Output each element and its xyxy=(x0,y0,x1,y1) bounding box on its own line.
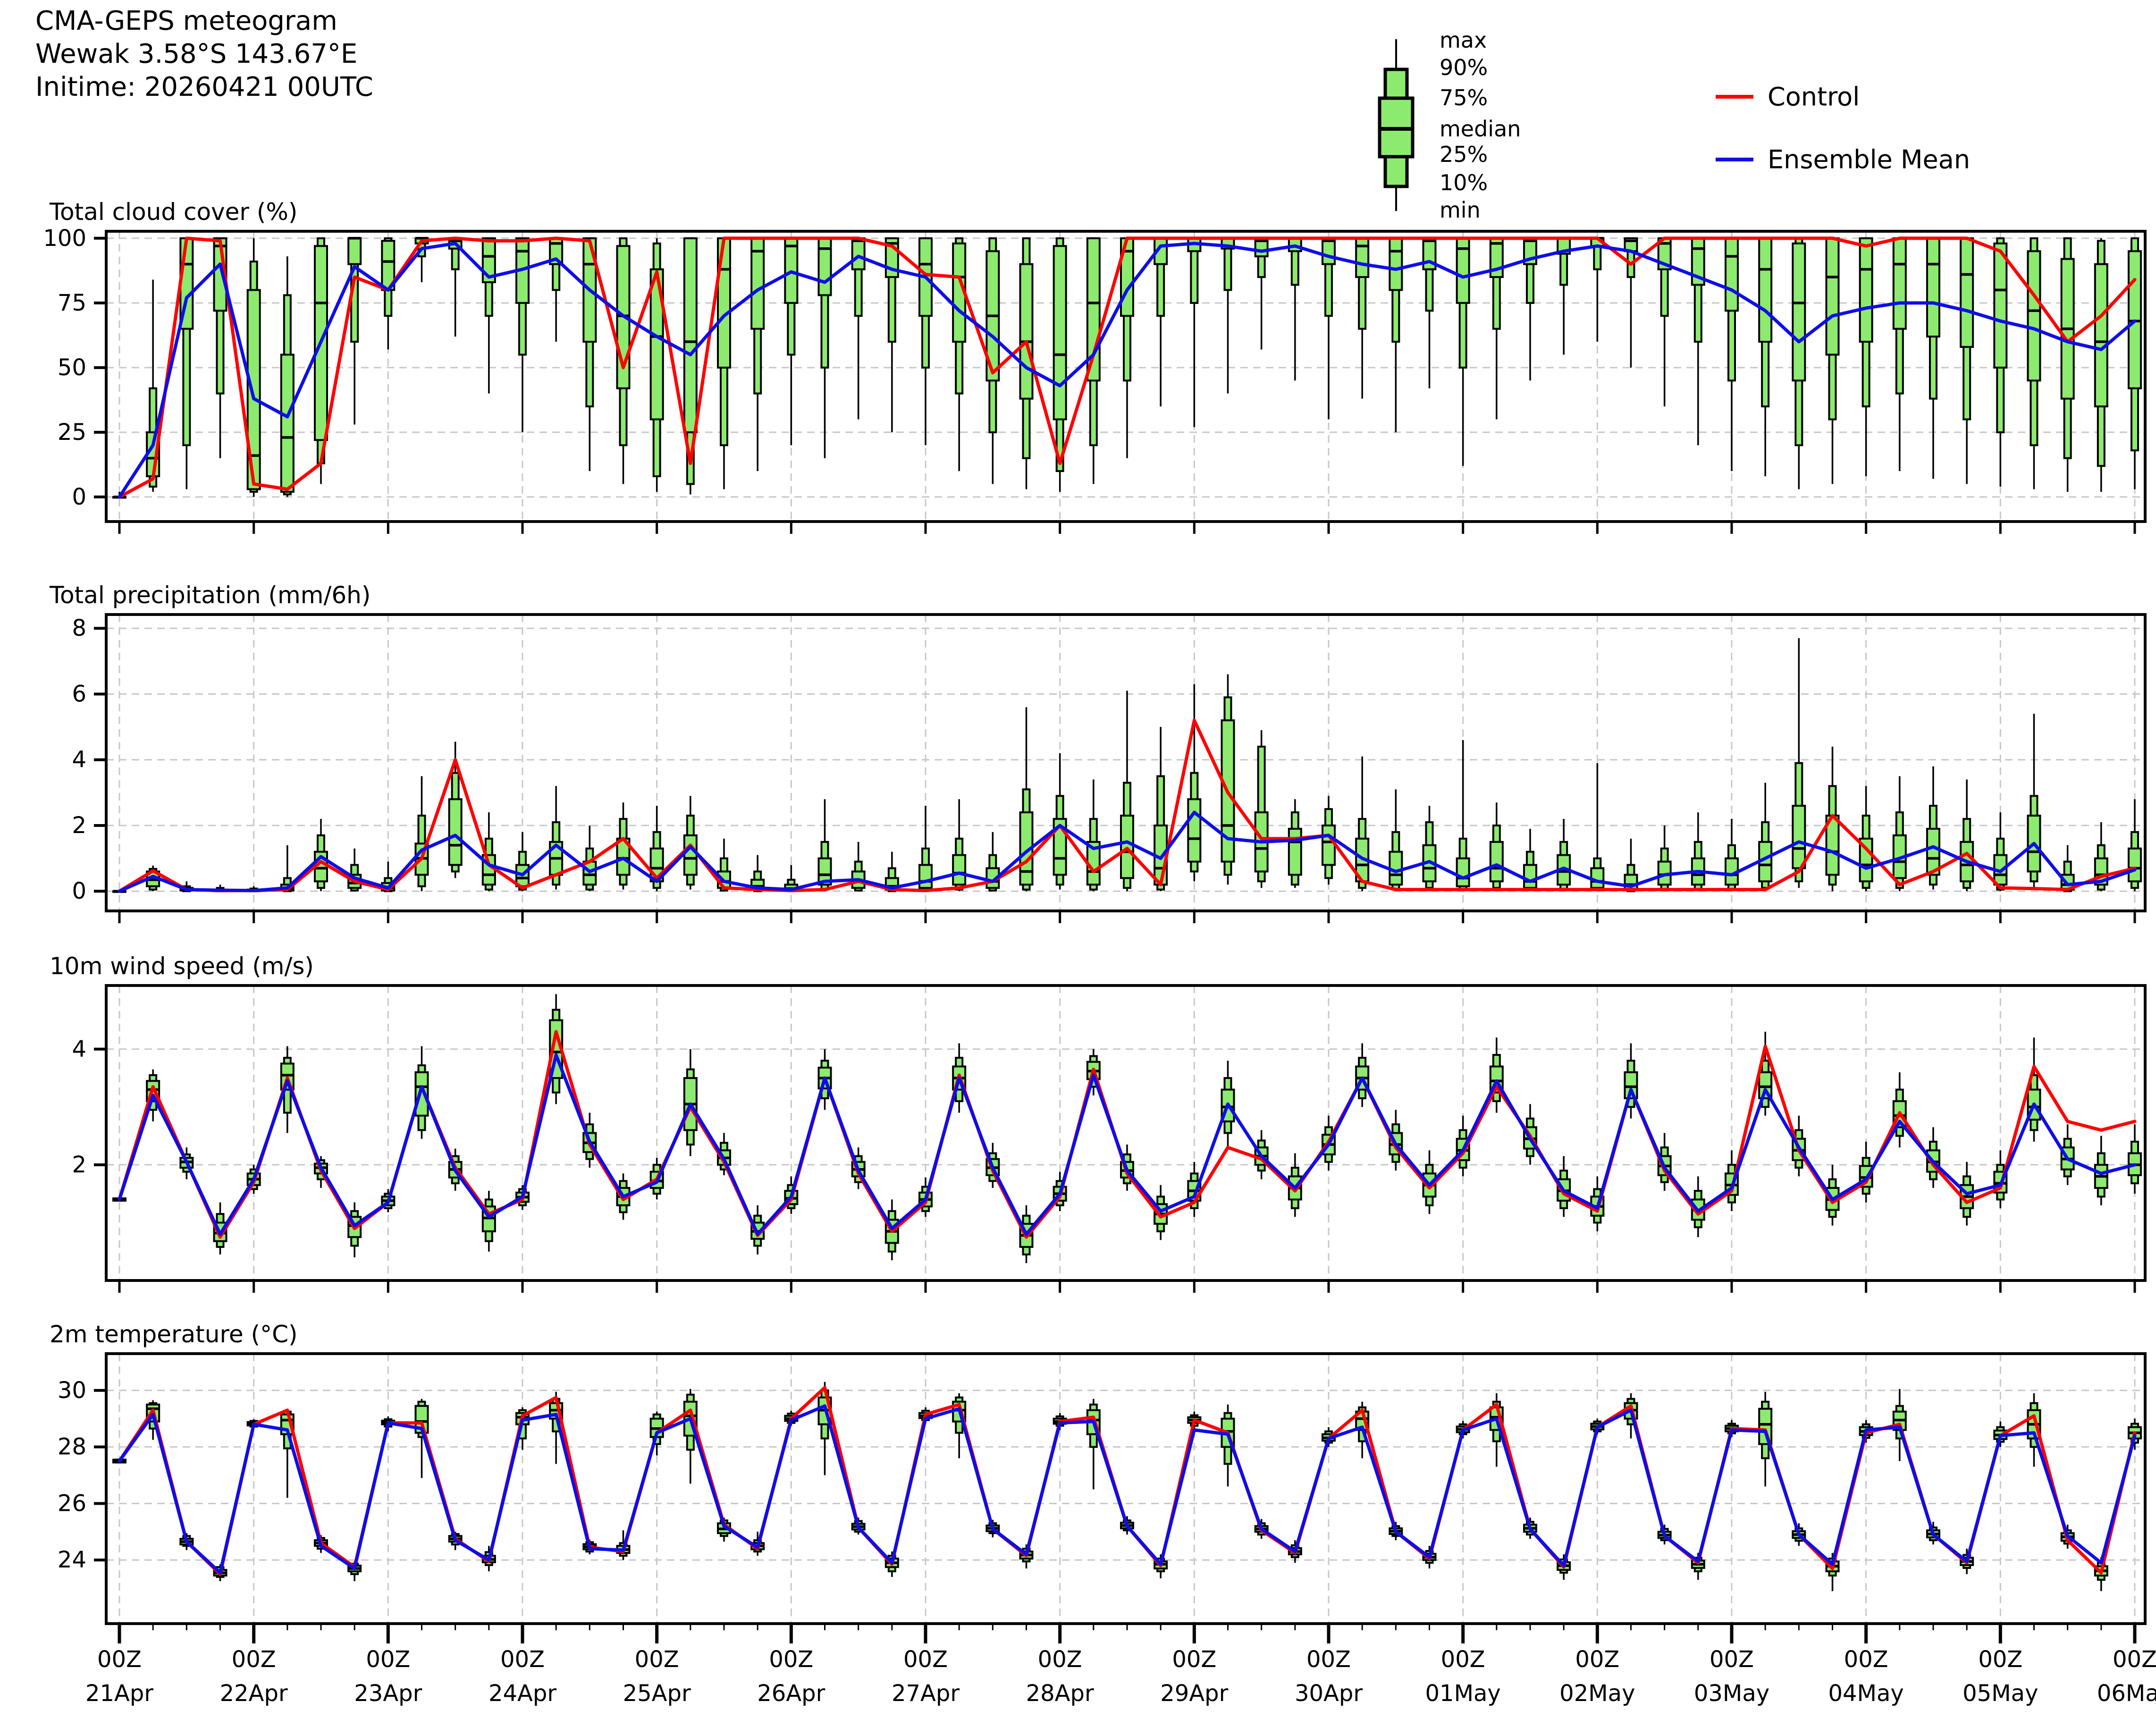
figure-title: CMA-GEPS meteogram xyxy=(35,5,373,38)
panel-cloud: 0 25 50 75 100Total cloud cover (%) xyxy=(43,198,2145,534)
panel-cloud-y-axis: 0 25 50 75 100 xyxy=(43,225,106,510)
svg-text:29Apr: 29Apr xyxy=(1160,1680,1228,1707)
svg-text:23Apr: 23Apr xyxy=(354,1680,422,1707)
svg-text:00Z: 00Z xyxy=(1710,1646,1754,1673)
svg-text:24Apr: 24Apr xyxy=(488,1680,556,1707)
panel-wind-border xyxy=(106,985,2145,1280)
control-label: Control xyxy=(1768,82,1860,112)
legend-min-label: min xyxy=(1440,197,1481,223)
panel-temp-ensemble-mean-line xyxy=(119,1406,2135,1573)
svg-text:00Z: 00Z xyxy=(1441,1646,1485,1673)
svg-text:05May: 05May xyxy=(1962,1680,2038,1707)
svg-text:00Z: 00Z xyxy=(635,1646,679,1673)
legend-90-label: 90% xyxy=(1440,55,1488,80)
svg-text:00Z: 00Z xyxy=(97,1646,142,1673)
legend-max-label: max xyxy=(1440,28,1487,53)
legend-svg: max 90% 75% median 25% 10% min Control E… xyxy=(1369,28,2105,227)
box-whisker-legend-glyph xyxy=(1380,39,1413,211)
panel-temp-y-axis: 24 26 28 30 xyxy=(58,1377,106,1573)
legend-25-label: 25% xyxy=(1440,142,1488,167)
svg-text:00Z: 00Z xyxy=(903,1646,948,1673)
panel-precip-y-axis: 0 2 4 6 8 xyxy=(72,615,106,904)
figure-inittime: Initime: 20260421 00UTC xyxy=(35,71,373,104)
svg-text:27Apr: 27Apr xyxy=(892,1680,960,1707)
svg-text:28: 28 xyxy=(58,1434,86,1460)
svg-text:00Z: 00Z xyxy=(1172,1646,1216,1673)
svg-text:04May: 04May xyxy=(1828,1680,1904,1707)
svg-text:00Z: 00Z xyxy=(769,1646,813,1673)
figure-header: CMA-GEPS meteogram Wewak 3.58°S 143.67°E… xyxy=(35,5,373,104)
svg-text:75: 75 xyxy=(58,290,86,316)
svg-text:06May: 06May xyxy=(2097,1680,2156,1707)
legend-10-label: 10% xyxy=(1440,170,1488,195)
panel-wind-title: 10m wind speed (m/s) xyxy=(50,952,314,980)
svg-text:00Z: 00Z xyxy=(1038,1646,1082,1673)
svg-text:00Z: 00Z xyxy=(1306,1646,1351,1673)
box-legend-labels: max 90% 75% median 25% 10% min xyxy=(1440,28,1521,223)
svg-text:6: 6 xyxy=(72,681,86,707)
panel-wind-boxes xyxy=(113,994,2141,1263)
legend-median-label: median xyxy=(1440,116,1521,142)
svg-text:21Apr: 21Apr xyxy=(85,1680,153,1707)
series-legend: Control Ensemble Mean xyxy=(1716,82,1970,175)
panel-wind-grid xyxy=(106,985,2145,1280)
panel-wind-y-axis: 24 xyxy=(72,1036,106,1178)
ensemble-mean-label: Ensemble Mean xyxy=(1768,145,1970,175)
svg-text:0: 0 xyxy=(72,878,86,904)
svg-text:00Z: 00Z xyxy=(1978,1646,2022,1673)
panel-temp: 24 26 28 30 2m temperature (°C) xyxy=(50,1321,2145,1643)
svg-text:28Apr: 28Apr xyxy=(1026,1680,1094,1707)
svg-text:00Z: 00Z xyxy=(1844,1646,1888,1673)
svg-text:4: 4 xyxy=(72,1036,86,1062)
svg-text:00Z: 00Z xyxy=(1575,1646,1619,1673)
panel-temp-grid xyxy=(106,1354,2145,1624)
meteogram-page: { "header": { "line1": "CMA-GEPS meteogr… xyxy=(0,0,2156,1733)
svg-text:03May: 03May xyxy=(1694,1680,1769,1707)
meteogram-panels: 0255075100Total cloud cover (%)02468Tota… xyxy=(0,0,2156,1733)
svg-text:2: 2 xyxy=(72,812,86,839)
svg-text:00Z: 00Z xyxy=(500,1646,545,1673)
panel-precip-title: Total precipitation (mm/6h) xyxy=(49,581,371,609)
svg-text:100: 100 xyxy=(43,225,86,252)
svg-text:30Apr: 30Apr xyxy=(1295,1680,1363,1707)
figure-location: Wewak 3.58°S 143.67°E xyxy=(35,38,373,71)
svg-text:00Z: 00Z xyxy=(232,1646,276,1673)
svg-text:0: 0 xyxy=(72,484,86,510)
svg-text:00Z: 00Z xyxy=(2113,1646,2156,1673)
svg-text:26: 26 xyxy=(58,1490,86,1516)
svg-text:2: 2 xyxy=(72,1152,86,1178)
legend: max 90% 75% median 25% 10% min Control E… xyxy=(1369,28,2105,228)
panel-cloud-title: Total cloud cover (%) xyxy=(49,198,297,226)
panel-temp-title: 2m temperature (°C) xyxy=(50,1321,298,1348)
svg-text:00Z: 00Z xyxy=(366,1646,410,1673)
legend-75-label: 75% xyxy=(1440,85,1488,110)
svg-text:25: 25 xyxy=(58,419,86,446)
svg-text:4: 4 xyxy=(72,747,86,773)
svg-text:25Apr: 25Apr xyxy=(623,1680,691,1707)
panel-precip: 0 2 4 6 8 Total precipitation (mm/6h) xyxy=(49,581,2145,923)
svg-text:01May: 01May xyxy=(1425,1680,1501,1707)
svg-text:22Apr: 22Apr xyxy=(220,1680,288,1707)
panel-wind: 2410m wind speed (m/s) xyxy=(50,952,2145,1293)
svg-text:30: 30 xyxy=(58,1377,86,1404)
svg-text:02May: 02May xyxy=(1559,1680,1635,1707)
panel-temp-border xyxy=(106,1354,2145,1624)
x-axis-labels: 00Z 21Apr 00Z 22Apr 00Z 23Apr 00Z 24Apr 00Z 25Apr… xyxy=(85,1646,2156,1707)
meteogram-figure: 0255075100Total cloud cover (%)02468Tota… xyxy=(0,0,2156,1733)
svg-text:50: 50 xyxy=(58,354,86,381)
svg-text:26Apr: 26Apr xyxy=(757,1680,825,1707)
svg-text:24: 24 xyxy=(58,1547,86,1573)
svg-text:8: 8 xyxy=(72,615,86,641)
